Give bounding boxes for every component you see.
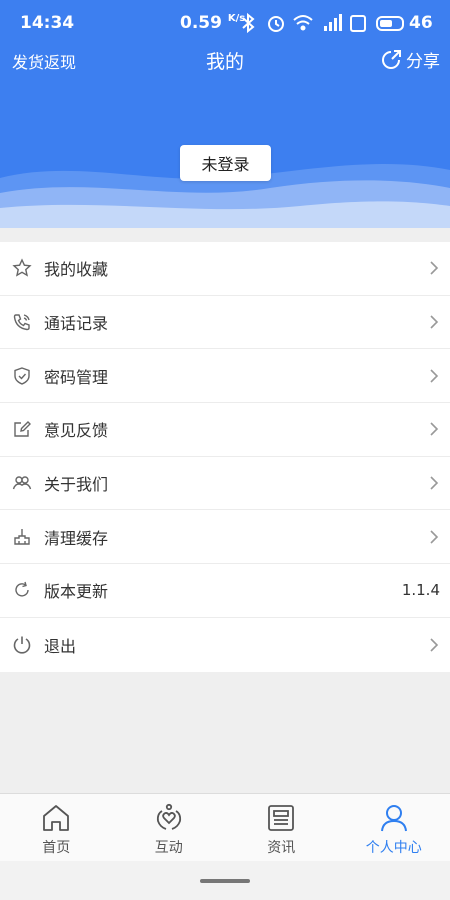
menu-label: 关于我们 [44, 475, 109, 495]
nav-label: 资讯 [267, 840, 296, 856]
profile-header: 14:34 0.59 K/s 46 发货返现 我的 分享 未登录 [0, 0, 450, 228]
wifi-icon [293, 15, 313, 31]
net-speed-value: 0.59 [180, 13, 222, 33]
home-icon [43, 805, 70, 831]
share-label: 分享 [406, 52, 440, 72]
nav-news[interactable]: 资讯 [225, 794, 338, 861]
shield-icon [14, 366, 30, 385]
menu-label: 密码管理 [44, 367, 109, 387]
menu-item-call-history[interactable]: 通话记录 [0, 296, 450, 350]
battery-level: 46 [409, 13, 433, 33]
chevron-right-icon [430, 476, 439, 490]
settings-menu: 我的收藏 通话记录 密码管理 意见反馈 关于我们 清理缓存 版本更新 1.1.4… [0, 242, 450, 672]
broom-icon [14, 528, 30, 545]
menu-item-password[interactable]: 密码管理 [0, 349, 450, 404]
menu-item-version-update[interactable]: 版本更新 1.1.4 [0, 564, 450, 618]
menu-label: 版本更新 [44, 582, 109, 602]
chevron-right-icon [430, 638, 439, 652]
nav-interact[interactable]: 互动 [113, 794, 226, 861]
bottom-navigation: 首页 互动 资讯 个人中心 [0, 793, 450, 861]
bluetooth-icon [242, 12, 255, 34]
user-icon [380, 805, 407, 832]
status-time: 14:34 [20, 13, 75, 33]
version-number: 1.1.4 [401, 581, 440, 600]
hd-icon [350, 15, 366, 32]
status-net-speed: 0.59 K/s [180, 13, 245, 33]
login-button[interactable]: 未登录 [180, 145, 271, 181]
battery-icon [376, 16, 404, 31]
news-icon [268, 805, 295, 831]
menu-label: 我的收藏 [44, 260, 109, 280]
alarm-icon [268, 16, 284, 32]
menu-label: 通话记录 [44, 314, 109, 334]
signal-icon [324, 14, 342, 31]
home-indicator[interactable] [200, 879, 250, 883]
share-button[interactable]: 分享 [380, 47, 440, 72]
star-icon [12, 258, 32, 277]
people-icon [12, 476, 32, 490]
chevron-right-icon [430, 369, 439, 383]
heart-hands-icon [156, 803, 181, 830]
menu-item-feedback[interactable]: 意见反馈 [0, 403, 450, 457]
menu-label: 清理缓存 [44, 528, 109, 548]
status-icons [242, 12, 404, 34]
menu-item-about-us[interactable]: 关于我们 [0, 457, 450, 511]
menu-item-clear-cache[interactable]: 清理缓存 [0, 510, 450, 565]
menu-label: 意见反馈 [44, 421, 109, 441]
menu-item-logout[interactable]: 退出 [0, 618, 450, 672]
share-icon [382, 49, 401, 69]
chevron-right-icon [430, 261, 439, 275]
menu-item-favorites[interactable]: 我的收藏 [0, 242, 450, 296]
chevron-right-icon [430, 530, 439, 544]
edit-icon [14, 421, 31, 438]
nav-label: 互动 [154, 840, 183, 856]
chevron-right-icon [430, 315, 439, 329]
chevron-right-icon [430, 422, 439, 436]
nav-profile[interactable]: 个人中心 [338, 794, 450, 861]
refresh-icon [15, 582, 29, 598]
system-home-bar [0, 861, 450, 900]
power-icon [13, 636, 31, 654]
phone-icon [13, 314, 30, 331]
nav-home[interactable]: 首页 [0, 794, 113, 861]
nav-label: 首页 [42, 840, 71, 856]
nav-label: 个人中心 [365, 840, 422, 856]
status-bar: 14:34 0.59 K/s 46 [0, 0, 450, 46]
menu-label: 退出 [44, 636, 77, 656]
